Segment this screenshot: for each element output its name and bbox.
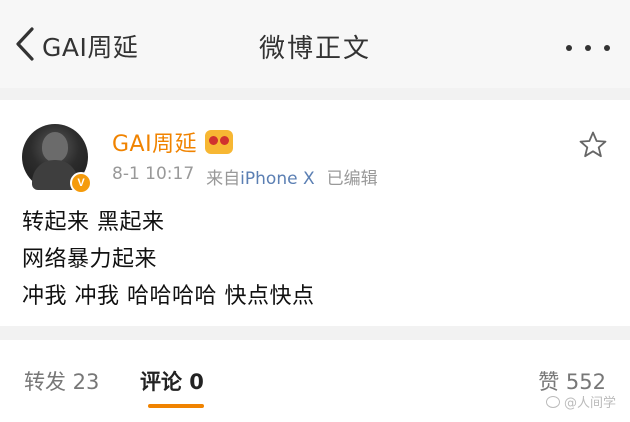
post-line: 转起来 黑起来 bbox=[22, 210, 165, 235]
post-timestamp: 8-1 10:17 bbox=[112, 164, 195, 184]
vip-crown-icon bbox=[205, 130, 234, 154]
post-tabs: 转发 23 评论 0 赞 552 bbox=[0, 340, 630, 422]
edited-label[interactable]: 已编辑 bbox=[327, 164, 378, 189]
tab-repost[interactable]: 转发 23 bbox=[24, 366, 99, 396]
author-name[interactable]: GAI周延 bbox=[112, 126, 197, 158]
more-dots-icon bbox=[566, 45, 572, 51]
watermark-text: @人间学 bbox=[563, 396, 616, 411]
page-title: 微博正文 bbox=[258, 34, 371, 64]
avatar[interactable]: V bbox=[22, 124, 92, 194]
source-prefix: 来自 bbox=[206, 169, 241, 189]
post-line: 网络暴力起来 bbox=[22, 247, 158, 272]
verified-badge-icon: V bbox=[70, 172, 92, 194]
source-device[interactable]: iPhone X bbox=[240, 169, 314, 189]
active-tab-indicator bbox=[148, 404, 204, 408]
star-outline-icon bbox=[578, 131, 608, 164]
top-navbar: GAI周延 微博正文 bbox=[0, 0, 630, 88]
tab-comments[interactable]: 评论 0 bbox=[140, 366, 204, 396]
post-meta: 8-1 10:17 来自iPhone X 已编辑 bbox=[112, 164, 378, 189]
more-button[interactable] bbox=[566, 36, 610, 60]
post-line: 冲我 冲我 哈哈哈哈 快点快点 bbox=[22, 284, 315, 309]
post-card: V GAI周延 8-1 10:17 来自iPhone X 已编辑 转起来 黑起来… bbox=[0, 100, 630, 326]
watermark: @人间学 bbox=[545, 392, 616, 411]
favorite-button[interactable] bbox=[578, 130, 608, 160]
author-row: GAI周延 bbox=[112, 126, 234, 158]
post-body: 转起来 黑起来 网络暴力起来 冲我 冲我 哈哈哈哈 快点快点 bbox=[22, 204, 314, 315]
weibo-logo-icon bbox=[545, 395, 560, 408]
